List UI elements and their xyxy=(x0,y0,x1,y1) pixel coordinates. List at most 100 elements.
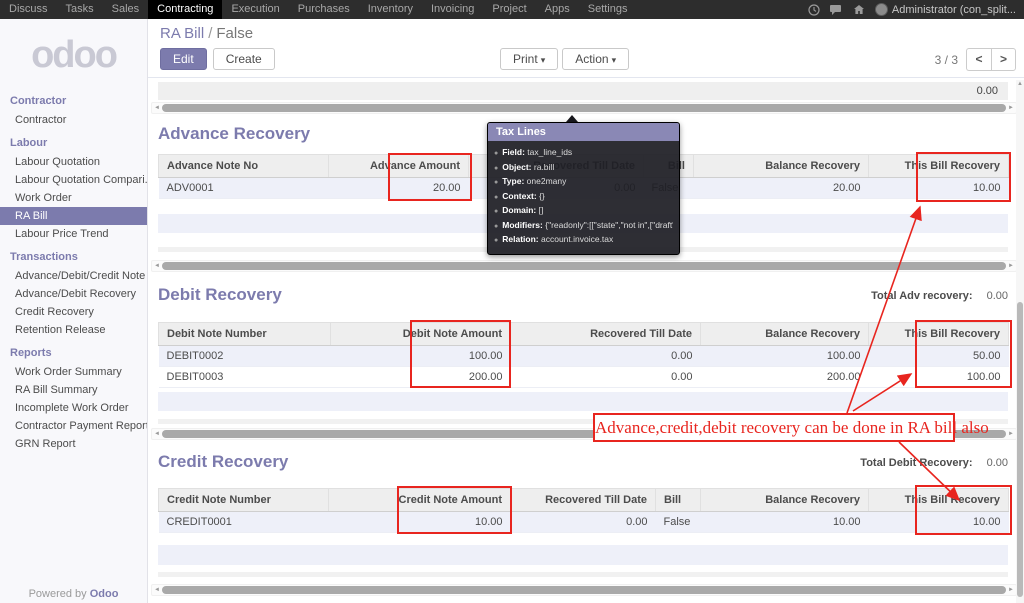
vertical-scrollbar-thumb[interactable] xyxy=(1017,302,1023,597)
total-debit-recovery: Total Debit Recovery: 0.00 xyxy=(860,457,1008,469)
bullet-icon: ● xyxy=(494,222,499,230)
sidebar-item-grn-report[interactable]: GRN Report xyxy=(0,435,147,453)
breadcrumb-current: False xyxy=(216,25,254,42)
nav-invoicing[interactable]: Invoicing xyxy=(422,0,483,19)
scroll-left-icon[interactable]: ◄ xyxy=(152,263,162,269)
advance-recovery-title: Advance Recovery xyxy=(158,124,311,143)
annotation-note: Advance,credit,debit recovery can be don… xyxy=(593,413,989,442)
nav-discuss[interactable]: Discuss xyxy=(0,0,57,19)
scroll-left-icon[interactable]: ◄ xyxy=(152,431,162,437)
total-adv-recovery: Total Adv recovery: 0.00 xyxy=(871,290,1008,302)
scroll-right-icon[interactable]: ► xyxy=(1006,263,1016,269)
scroll-left-icon[interactable]: ◄ xyxy=(152,105,162,111)
nav-settings[interactable]: Settings xyxy=(579,0,637,19)
sidebar-item-work-order-summary[interactable]: Work Order Summary xyxy=(0,363,147,381)
tooltip-pointer-icon xyxy=(566,115,578,122)
nav-contracting[interactable]: Contracting xyxy=(148,0,223,19)
nav-apps[interactable]: Apps xyxy=(536,0,579,19)
nav-inventory[interactable]: Inventory xyxy=(359,0,422,19)
breadcrumb: RA Bill / False xyxy=(160,25,253,42)
odoo-brand-link[interactable]: Odoo xyxy=(90,588,119,600)
print-dropdown-button[interactable]: Print ▾ xyxy=(500,48,559,70)
avatar xyxy=(874,3,888,16)
nav-purchases[interactable]: Purchases xyxy=(289,0,359,19)
bullet-icon: ● xyxy=(494,179,499,186)
top-navbar: Discuss Tasks Sales Contracting Executio… xyxy=(0,0,1024,19)
divider-bar xyxy=(158,572,1008,577)
pager-previous-button[interactable]: < xyxy=(966,48,991,71)
chat-icon[interactable] xyxy=(829,4,843,16)
bullet-icon: ● xyxy=(494,208,499,215)
col-credit-note-number[interactable]: Credit Note Number xyxy=(158,488,329,512)
col-recovered-till-date[interactable]: Recovered Till Date xyxy=(510,322,701,346)
edit-button[interactable]: Edit xyxy=(160,48,207,70)
create-button[interactable]: Create xyxy=(212,48,275,70)
pager-next-button[interactable]: > xyxy=(991,48,1016,71)
sidebar: odoo Contractor Contractor Labour Labour… xyxy=(0,19,148,603)
sidebar-item-work-order[interactable]: Work Order xyxy=(0,189,147,207)
nav-execution[interactable]: Execution xyxy=(222,0,288,19)
powered-by: Powered by Odoo xyxy=(28,588,119,600)
tooltip-context: ● Context: {} xyxy=(494,190,545,201)
user-menu[interactable]: Administrator (con_split... xyxy=(874,3,1016,16)
clock-icon[interactable] xyxy=(808,3,820,16)
col-advance-amount[interactable]: Advance Amount xyxy=(328,154,469,178)
col-credit-note-amount[interactable]: Credit Note Amount xyxy=(328,488,511,512)
sidebar-item-ra-bill[interactable]: RA Bill xyxy=(0,207,147,225)
breadcrumb-ra-bill[interactable]: RA Bill xyxy=(160,25,204,42)
user-name: Administrator (con_split... xyxy=(891,3,1016,16)
bullet-icon: ● xyxy=(494,150,499,157)
home-icon[interactable] xyxy=(853,4,865,16)
nav-tasks[interactable]: Tasks xyxy=(57,0,103,19)
sidebar-item-retention-release[interactable]: Retention Release xyxy=(0,321,147,339)
chevron-down-icon: ▾ xyxy=(611,55,617,65)
col-debit-note-amount[interactable]: Debit Note Amount xyxy=(330,322,511,346)
col-this-bill-recovery[interactable]: This Bill Recovery xyxy=(868,322,1009,346)
scroll-right-icon[interactable]: ► xyxy=(1006,587,1016,593)
sidebar-item-labour-quotation[interactable]: Labour Quotation xyxy=(0,153,147,171)
scroll-right-icon[interactable]: ► xyxy=(1006,431,1016,437)
col-this-bill-recovery[interactable]: This Bill Recovery xyxy=(868,488,1009,512)
col-debit-note-number[interactable]: Debit Note Number xyxy=(158,322,331,346)
sidebar-section-reports: Reports xyxy=(10,347,52,359)
scroll-up-icon[interactable]: ▲ xyxy=(1016,80,1024,88)
scrollbar-thumb[interactable] xyxy=(161,586,1007,594)
scrollbar-thumb[interactable] xyxy=(161,262,1007,270)
scroll-right-icon[interactable]: ► xyxy=(1006,105,1016,111)
debit-row-debit0003[interactable]: DEBIT0003 200.00 0.00 200.00 100.00 xyxy=(158,366,1009,388)
sidebar-item-advance-debit-recovery[interactable]: Advance/Debit Recovery xyxy=(0,285,147,303)
sidebar-item-incomplete-work-order[interactable]: Incomplete Work Order xyxy=(0,399,147,417)
sidebar-section-transactions: Transactions xyxy=(10,251,78,263)
sidebar-item-labour-quotation-comparison[interactable]: Labour Quotation Compari... xyxy=(0,171,147,189)
col-balance-recovery[interactable]: Balance Recovery xyxy=(700,488,869,512)
scroll-left-icon[interactable]: ◄ xyxy=(152,587,162,593)
sidebar-item-contractor[interactable]: Contractor xyxy=(0,111,147,129)
scrollbar-thumb[interactable] xyxy=(161,104,1007,112)
col-advance-note-no[interactable]: Advance Note No xyxy=(158,154,329,178)
col-bill[interactable]: Bill xyxy=(655,488,701,512)
sidebar-item-contractor-payment-report[interactable]: Contractor Payment Report xyxy=(0,417,147,435)
col-this-bill-recovery[interactable]: This Bill Recovery xyxy=(868,154,1009,178)
control-bar: RA Bill / False Edit Create Print ▾ Action ▾… xyxy=(148,19,1024,78)
sidebar-item-credit-recovery[interactable]: Credit Recovery xyxy=(0,303,147,321)
col-balance-recovery[interactable]: Balance Recovery xyxy=(693,154,869,178)
sidebar-section-contractor: Contractor xyxy=(10,95,67,107)
nav-sales[interactable]: Sales xyxy=(103,0,149,19)
sidebar-item-advance-debit-credit-note[interactable]: Advance/Debit/Credit Note xyxy=(0,267,147,285)
nav-project[interactable]: Project xyxy=(483,0,535,19)
col-recovered-till-date[interactable]: Recovered Till Date xyxy=(510,488,656,512)
credit-row-credit0001[interactable]: CREDIT0001 10.00 0.00 False 10.00 10.00 xyxy=(158,511,1009,533)
col-balance-recovery[interactable]: Balance Recovery xyxy=(700,322,869,346)
sidebar-item-labour-price-trend[interactable]: Labour Price Trend xyxy=(0,225,147,243)
debit-row-debit0002[interactable]: DEBIT0002 100.00 0.00 100.00 50.00 xyxy=(158,345,1009,367)
chevron-down-icon: ▾ xyxy=(540,55,546,65)
sidebar-section-labour: Labour xyxy=(10,137,48,149)
bullet-icon: ● xyxy=(494,193,499,201)
tooltip-modifiers: ● Modifiers: {"readonly":[["state","not i… xyxy=(494,219,673,230)
tooltip-type: ● Type: one2many xyxy=(494,176,567,186)
credit-recovery-table: Credit Note Number Credit Note Amount Re… xyxy=(158,488,1009,533)
sidebar-item-ra-bill-summary[interactable]: RA Bill Summary xyxy=(0,381,147,399)
empty-band xyxy=(158,545,1008,565)
empty-band xyxy=(158,392,1008,411)
action-dropdown-button[interactable]: Action ▾ xyxy=(562,48,630,70)
